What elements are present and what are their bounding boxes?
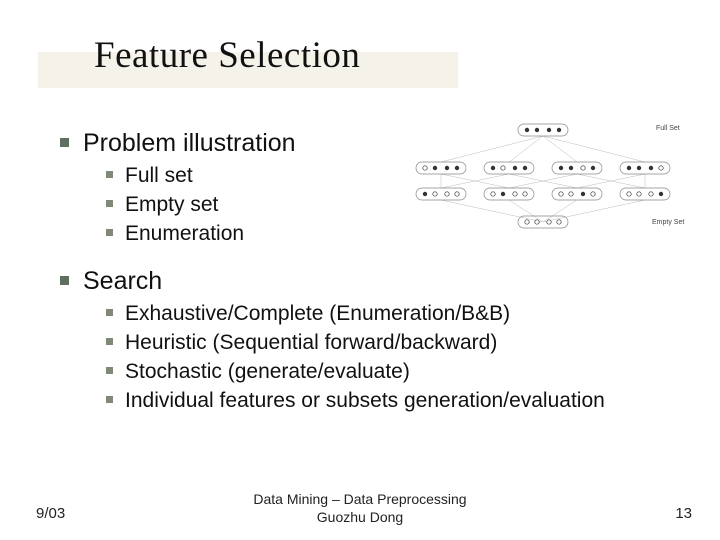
bullet-square-icon bbox=[106, 396, 113, 403]
bullet-square-icon bbox=[60, 138, 69, 147]
list-item-text: Heuristic (Sequential forward/backward) bbox=[125, 330, 497, 357]
list-item-text: Enumeration bbox=[125, 221, 244, 248]
footer-author: Guozhu Dong bbox=[317, 509, 403, 525]
section-heading-text: Search bbox=[83, 266, 162, 297]
list-item-text: Individual features or subsets generatio… bbox=[125, 388, 605, 414]
bullet-square-icon bbox=[106, 338, 113, 345]
bullet-square-icon bbox=[106, 309, 113, 316]
list-item: Individual features or subsets generatio… bbox=[106, 388, 660, 414]
slide-title: Feature Selection bbox=[38, 16, 682, 77]
footer-center: Data Mining – Data Preprocessing Guozhu … bbox=[0, 491, 720, 526]
bullet-square-icon bbox=[60, 276, 69, 285]
bullet-square-icon bbox=[106, 200, 113, 207]
slide-title-container: Feature Selection bbox=[38, 16, 682, 86]
footer-page-number: 13 bbox=[675, 505, 692, 522]
list-item: Empty set bbox=[106, 192, 660, 219]
bullet-square-icon bbox=[106, 367, 113, 374]
list-item-text: Exhaustive/Complete (Enumeration/B&B) bbox=[125, 301, 510, 328]
bullet-square-icon bbox=[106, 171, 113, 178]
list-item: Full set bbox=[106, 163, 660, 190]
list-item-text: Stochastic (generate/evaluate) bbox=[125, 359, 410, 386]
list-item: Enumeration bbox=[106, 221, 660, 248]
section-heading-text: Problem illustration bbox=[83, 128, 296, 159]
list-item-text: Full set bbox=[125, 163, 193, 190]
footer-course-title: Data Mining – Data Preprocessing bbox=[253, 491, 466, 507]
slide-body: Problem illustration Full set Empty set … bbox=[60, 110, 660, 415]
bullet-square-icon bbox=[106, 229, 113, 236]
list-item: Stochastic (generate/evaluate) bbox=[106, 359, 660, 386]
list-item: Exhaustive/Complete (Enumeration/B&B) bbox=[106, 301, 660, 328]
list-item-text: Empty set bbox=[125, 192, 218, 219]
slide: { "title": "Feature Selection", "section… bbox=[0, 0, 720, 540]
section-heading-search: Search bbox=[60, 266, 660, 297]
section-heading-problem: Problem illustration bbox=[60, 128, 660, 159]
list-item: Heuristic (Sequential forward/backward) bbox=[106, 330, 660, 357]
